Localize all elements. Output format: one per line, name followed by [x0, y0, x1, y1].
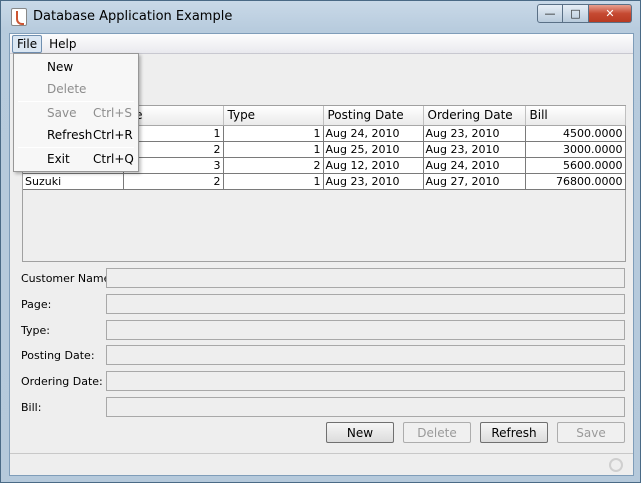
delete-button[interactable]: Delete: [403, 422, 471, 443]
column-header[interactable]: Posting Date: [323, 106, 424, 126]
window-controls: — □ ✕: [537, 4, 632, 24]
window-title: Database Application Example: [33, 9, 233, 24]
menu-item-delete[interactable]: Delete: [15, 79, 137, 100]
form-row-ordering-date: Ordering Date:: [21, 369, 627, 395]
maximize-button[interactable]: □: [563, 4, 589, 23]
table-cell[interactable]: Aug 24, 2010: [323, 125, 424, 142]
form-row-type: Type:: [21, 318, 627, 344]
menu-item-shortcut: Ctrl+Q: [93, 152, 134, 166]
table-cell[interactable]: 1: [223, 141, 324, 158]
column-header[interactable]: Bill: [525, 106, 626, 126]
bill-field[interactable]: [106, 396, 625, 417]
customer-name-field[interactable]: [106, 268, 625, 288]
action-buttons: New Delete Refresh Save: [317, 422, 625, 443]
menu-item-shortcut: Ctrl+R: [93, 128, 133, 142]
table-cell[interactable]: 1: [223, 173, 324, 190]
app-window: Database Application Example — □ ✕ File …: [0, 0, 641, 483]
page-field[interactable]: [106, 293, 625, 314]
menu-item-refresh[interactable]: Refresh Ctrl+R: [15, 125, 137, 146]
menu-item-save[interactable]: Save Ctrl+S: [15, 103, 137, 124]
new-button[interactable]: New: [326, 422, 394, 443]
table-cell[interactable]: 2: [223, 157, 324, 174]
ordering-date-field[interactable]: [106, 371, 625, 392]
form-row-customer-name: Customer Name:: [21, 266, 627, 292]
form-row-posting-date: Posting Date:: [21, 343, 627, 369]
busy-indicator-icon: [609, 458, 623, 472]
save-button[interactable]: Save: [557, 422, 625, 443]
menu-item-label: Delete: [47, 82, 87, 96]
table-cell[interactable]: Aug 12, 2010: [323, 157, 424, 174]
close-button[interactable]: ✕: [589, 4, 632, 23]
menu-item-shortcut: Ctrl+S: [93, 106, 133, 120]
table-cell[interactable]: 1: [223, 125, 324, 142]
type-field[interactable]: [106, 319, 625, 340]
table-cell[interactable]: Aug 23, 2010: [423, 141, 526, 158]
table-row[interactable]: Suzuki 2 1 Aug 23, 2010 Aug 27, 2010 768…: [23, 173, 626, 190]
posting-date-field[interactable]: [106, 345, 625, 366]
minimize-button[interactable]: —: [537, 4, 563, 23]
form-row-page: Page:: [21, 292, 627, 318]
record-form: Customer Name: Page: Type: Posting Date:…: [21, 266, 627, 421]
status-bar: [10, 453, 633, 475]
table-cell[interactable]: Aug 24, 2010: [423, 157, 526, 174]
menu-separator: [18, 101, 134, 102]
table-cell[interactable]: 2: [123, 173, 224, 190]
table-cell[interactable]: 5600.0000: [525, 157, 626, 174]
menu-item-label: New: [47, 60, 74, 74]
menu-item-exit[interactable]: Exit Ctrl+Q: [15, 149, 137, 170]
table-cell[interactable]: Aug 27, 2010: [423, 173, 526, 190]
table-cell[interactable]: 3000.0000: [525, 141, 626, 158]
menu-separator: [18, 147, 134, 148]
menu-item-label: Exit: [47, 152, 70, 166]
table-cell[interactable]: 4500.0000: [525, 125, 626, 142]
menu-item-label: Refresh: [47, 128, 93, 142]
menu-bar: File Help: [10, 34, 633, 54]
java-app-icon: [11, 8, 27, 26]
table-cell[interactable]: Aug 23, 2010: [423, 125, 526, 142]
table-cell[interactable]: Aug 23, 2010: [323, 173, 424, 190]
customer-name-label: Customer Name:: [21, 272, 115, 285]
menu-item-label: Save: [47, 106, 77, 120]
column-header[interactable]: Type: [223, 106, 324, 126]
menu-item-new[interactable]: New: [15, 57, 137, 78]
ordering-date-label: Ordering Date:: [21, 375, 103, 389]
table-cell[interactable]: Suzuki: [23, 173, 124, 190]
table-cell[interactable]: Aug 25, 2010: [323, 141, 424, 158]
type-label: Type:: [21, 323, 50, 337]
column-header[interactable]: Ordering Date: [423, 106, 526, 126]
page-label: Page:: [21, 297, 52, 311]
file-menu-dropdown: New Delete Save Ctrl+S Refresh Ctrl+R Ex…: [13, 53, 139, 172]
refresh-button[interactable]: Refresh: [480, 422, 548, 443]
title-bar[interactable]: Database Application Example — □ ✕: [1, 1, 640, 33]
table-cell[interactable]: 76800.0000: [525, 173, 626, 190]
menu-help[interactable]: Help: [44, 35, 81, 53]
form-row-bill: Bill:: [21, 395, 627, 421]
posting-date-label: Posting Date:: [21, 349, 95, 363]
bill-label: Bill:: [21, 400, 42, 414]
menu-file[interactable]: File: [12, 34, 43, 53]
